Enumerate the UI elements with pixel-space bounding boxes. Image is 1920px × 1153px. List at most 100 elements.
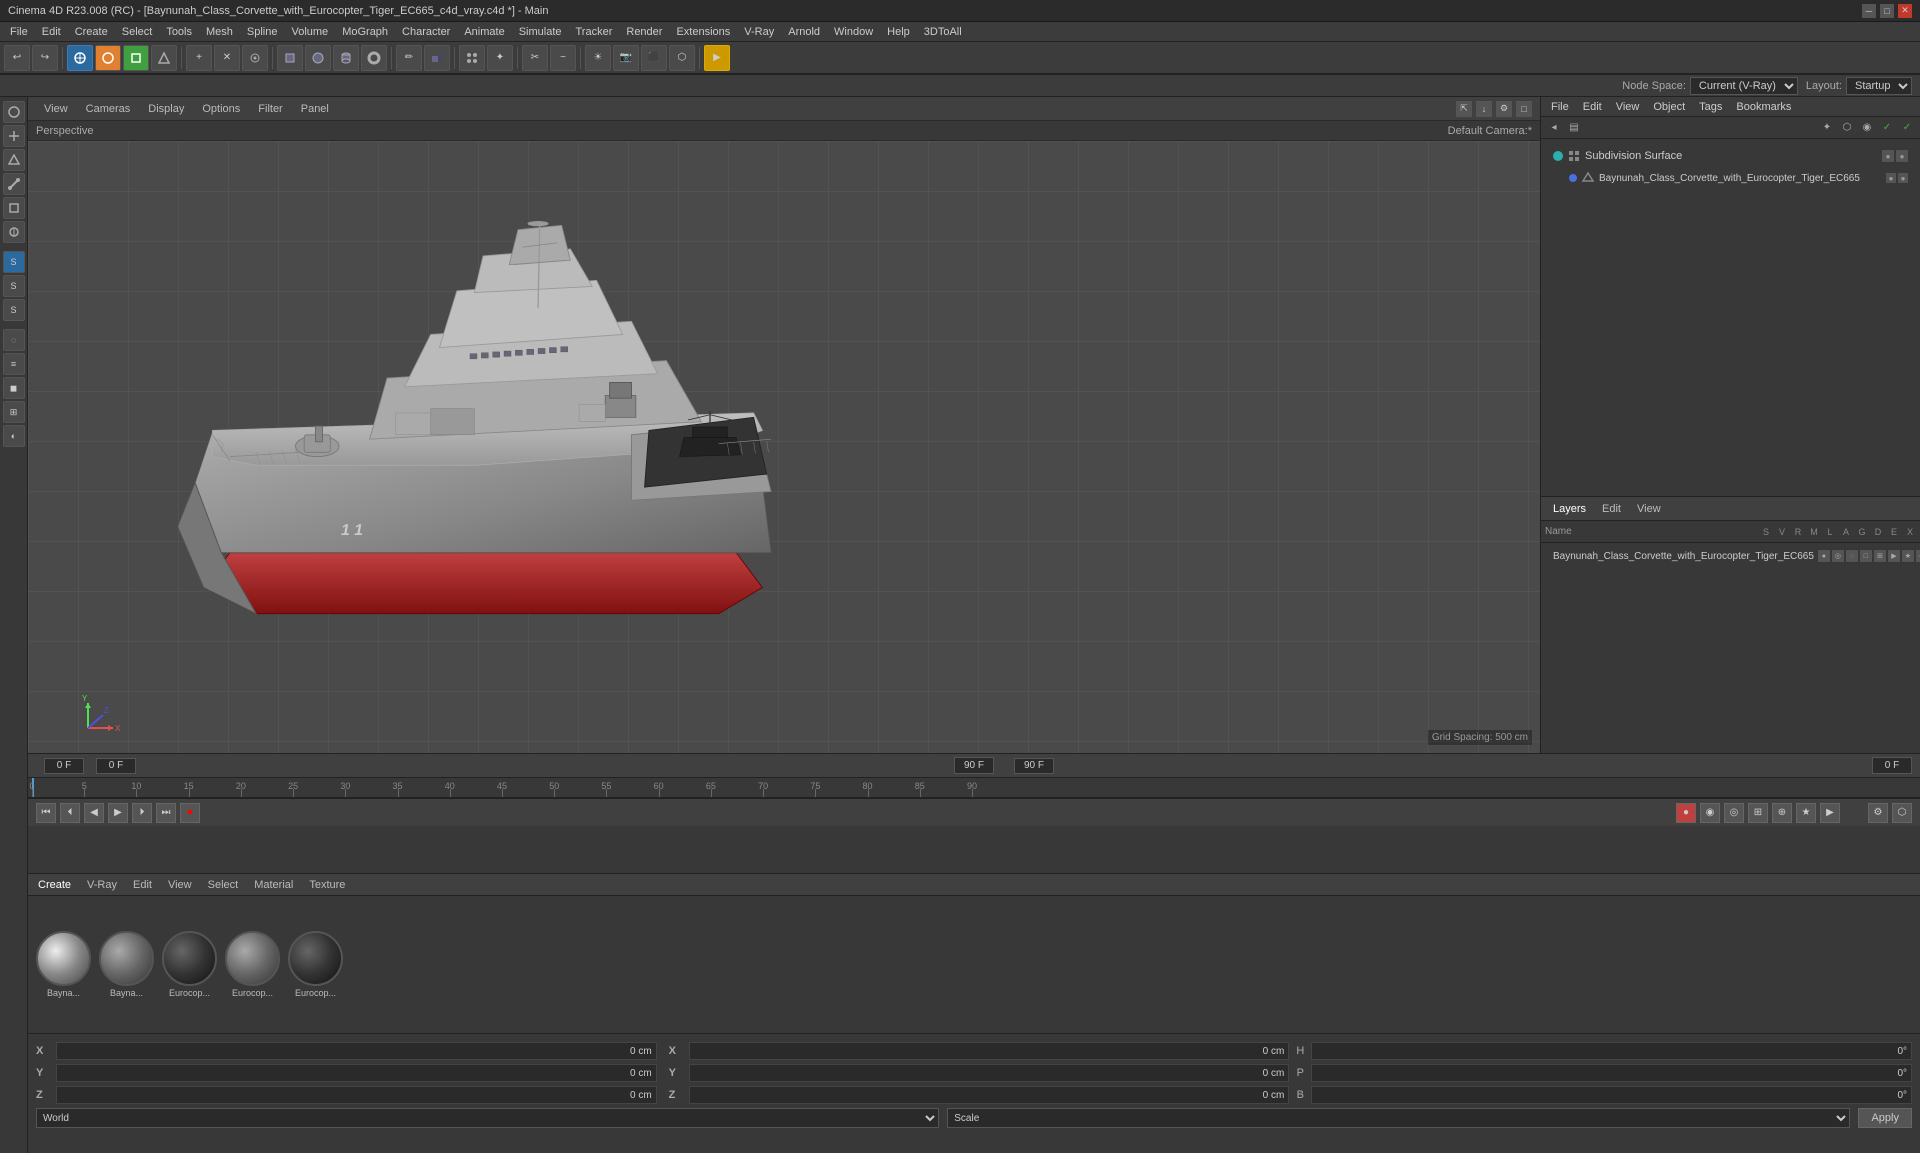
- move-tool-left[interactable]: [3, 125, 25, 147]
- rotate-tool-button[interactable]: [95, 45, 121, 71]
- layer-icon[interactable]: ◈: [1916, 550, 1920, 562]
- object-mode-button[interactable]: [3, 221, 25, 243]
- z-pos-input[interactable]: [56, 1086, 657, 1104]
- key-param-button[interactable]: ★: [1796, 803, 1816, 823]
- material-ball[interactable]: [99, 931, 154, 986]
- bookmarks-menu-right[interactable]: Bookmarks: [1730, 99, 1797, 115]
- material-ball[interactable]: [288, 931, 343, 986]
- sculpt-button[interactable]: ~: [550, 45, 576, 71]
- panel-tab[interactable]: Panel: [293, 101, 337, 117]
- material-item[interactable]: Bayna...: [36, 931, 91, 998]
- menu-item-extensions[interactable]: Extensions: [670, 24, 736, 40]
- y-pos-input[interactable]: [56, 1064, 657, 1082]
- layers-edit-tab[interactable]: Edit: [1598, 501, 1625, 517]
- node-space-select[interactable]: Current (V-Ray): [1690, 77, 1798, 95]
- menu-item-window[interactable]: Window: [828, 24, 879, 40]
- snap-button[interactable]: ◐: [3, 425, 25, 447]
- play-button[interactable]: ▶: [108, 803, 128, 823]
- menu-item-v-ray[interactable]: V-Ray: [738, 24, 780, 40]
- menu-item-spline[interactable]: Spline: [241, 24, 284, 40]
- key-scale-button[interactable]: ⊕: [1772, 803, 1792, 823]
- render-button[interactable]: ▶: [704, 45, 730, 71]
- cylinder-button[interactable]: [333, 45, 359, 71]
- sky-button[interactable]: ⬡: [669, 45, 695, 71]
- select-all-button[interactable]: +: [186, 45, 212, 71]
- deselect-button[interactable]: ✕: [214, 45, 240, 71]
- undo-button[interactable]: ↩: [4, 45, 30, 71]
- transform-tool-button[interactable]: [151, 45, 177, 71]
- vis-icon[interactable]: ●: [1898, 173, 1908, 183]
- material-item[interactable]: Eurocop...: [288, 931, 343, 998]
- obj-tb-check1[interactable]: ✓: [1878, 119, 1896, 137]
- coord-system-select[interactable]: World Object Local: [36, 1108, 939, 1128]
- view-mat-tab[interactable]: View: [162, 877, 198, 893]
- key-rot-button[interactable]: ⊞: [1748, 803, 1768, 823]
- viewport-download-button[interactable]: ↓: [1476, 101, 1492, 117]
- layer-icon[interactable]: ★: [1902, 550, 1914, 562]
- cloner-button[interactable]: [459, 45, 485, 71]
- viewport-canvas[interactable]: 1 1: [28, 141, 1540, 753]
- object-tree-item[interactable]: Subdivision Surface ● ●: [1549, 147, 1912, 165]
- vray-mat-tab[interactable]: V-Ray: [81, 877, 123, 893]
- layer-icon[interactable]: □: [1860, 550, 1872, 562]
- maximize-button[interactable]: □: [1880, 4, 1894, 18]
- layout-select[interactable]: Startup: [1846, 77, 1912, 95]
- layer-row[interactable]: Baynunah_Class_Corvette_with_Eurocopter_…: [1545, 547, 1916, 565]
- viewport-settings-button[interactable]: ⚙: [1496, 101, 1512, 117]
- key-pos-button[interactable]: ◎: [1724, 803, 1744, 823]
- menu-item-help[interactable]: Help: [881, 24, 916, 40]
- tags-menu-right[interactable]: Tags: [1693, 99, 1728, 115]
- file-menu-right[interactable]: File: [1545, 99, 1575, 115]
- cube-button[interactable]: [277, 45, 303, 71]
- menu-item-file[interactable]: File: [4, 24, 34, 40]
- scale-tool-button[interactable]: [123, 45, 149, 71]
- menu-item-character[interactable]: Character: [396, 24, 456, 40]
- apply-button[interactable]: Apply: [1858, 1108, 1912, 1128]
- create-mat-tab[interactable]: Create: [32, 877, 77, 893]
- edit-menu-right[interactable]: Edit: [1577, 99, 1608, 115]
- b-input[interactable]: [1311, 1086, 1912, 1104]
- menu-item-animate[interactable]: Animate: [458, 24, 510, 40]
- object-tree-item[interactable]: Baynunah_Class_Corvette_with_Eurocopter_…: [1549, 169, 1912, 187]
- vis-icon[interactable]: ●: [1896, 150, 1908, 162]
- layer-icon[interactable]: ◎: [1832, 550, 1844, 562]
- start-frame-input[interactable]: [96, 758, 136, 774]
- light-button[interactable]: ☀: [585, 45, 611, 71]
- z-rot-input[interactable]: [689, 1086, 1290, 1104]
- layers-tab[interactable]: Layers: [1549, 501, 1590, 517]
- goto-end-button[interactable]: ⏭: [156, 803, 176, 823]
- grid-button[interactable]: ⊞: [3, 401, 25, 423]
- key-all-button[interactable]: ◉: [1700, 803, 1720, 823]
- menu-item-select[interactable]: Select: [116, 24, 159, 40]
- sphere-button[interactable]: [305, 45, 331, 71]
- key-pla-button[interactable]: ▶: [1820, 803, 1840, 823]
- material-item[interactable]: Eurocop...: [225, 931, 280, 998]
- end-frame-input[interactable]: [1014, 758, 1054, 774]
- extrude-button[interactable]: [424, 45, 450, 71]
- loop-select-button[interactable]: [242, 45, 268, 71]
- move-tool-button[interactable]: [67, 45, 93, 71]
- layer-icon[interactable]: ◌: [1846, 550, 1858, 562]
- material-item[interactable]: Bayna...: [99, 931, 154, 998]
- symmetry-button[interactable]: ◼: [3, 377, 25, 399]
- close-button[interactable]: ✕: [1898, 4, 1912, 18]
- record-button[interactable]: ⏺: [180, 803, 200, 823]
- menu-item-create[interactable]: Create: [69, 24, 114, 40]
- object-menu-right[interactable]: Object: [1647, 99, 1691, 115]
- next-frame-button[interactable]: ⏵: [132, 803, 152, 823]
- menu-item-3dtoall[interactable]: 3DToAll: [918, 24, 968, 40]
- menu-item-tracker[interactable]: Tracker: [570, 24, 619, 40]
- effector-button[interactable]: ✦: [487, 45, 513, 71]
- menu-item-render[interactable]: Render: [620, 24, 668, 40]
- texture-mat-tab[interactable]: Texture: [303, 877, 351, 893]
- camera-button[interactable]: 📷: [613, 45, 639, 71]
- goto-start-button[interactable]: ⏮: [36, 803, 56, 823]
- obj-tb-menu[interactable]: ▤: [1565, 119, 1583, 137]
- redo-button[interactable]: ↪: [32, 45, 58, 71]
- auto-key-button[interactable]: ●: [1676, 803, 1696, 823]
- p-input[interactable]: [1311, 1064, 1912, 1082]
- pointer-tool-button[interactable]: [3, 101, 25, 123]
- layer-icon[interactable]: ⊞: [1874, 550, 1886, 562]
- options-tab[interactable]: Options: [194, 101, 248, 117]
- timeline-sync-button[interactable]: ⬡: [1892, 803, 1912, 823]
